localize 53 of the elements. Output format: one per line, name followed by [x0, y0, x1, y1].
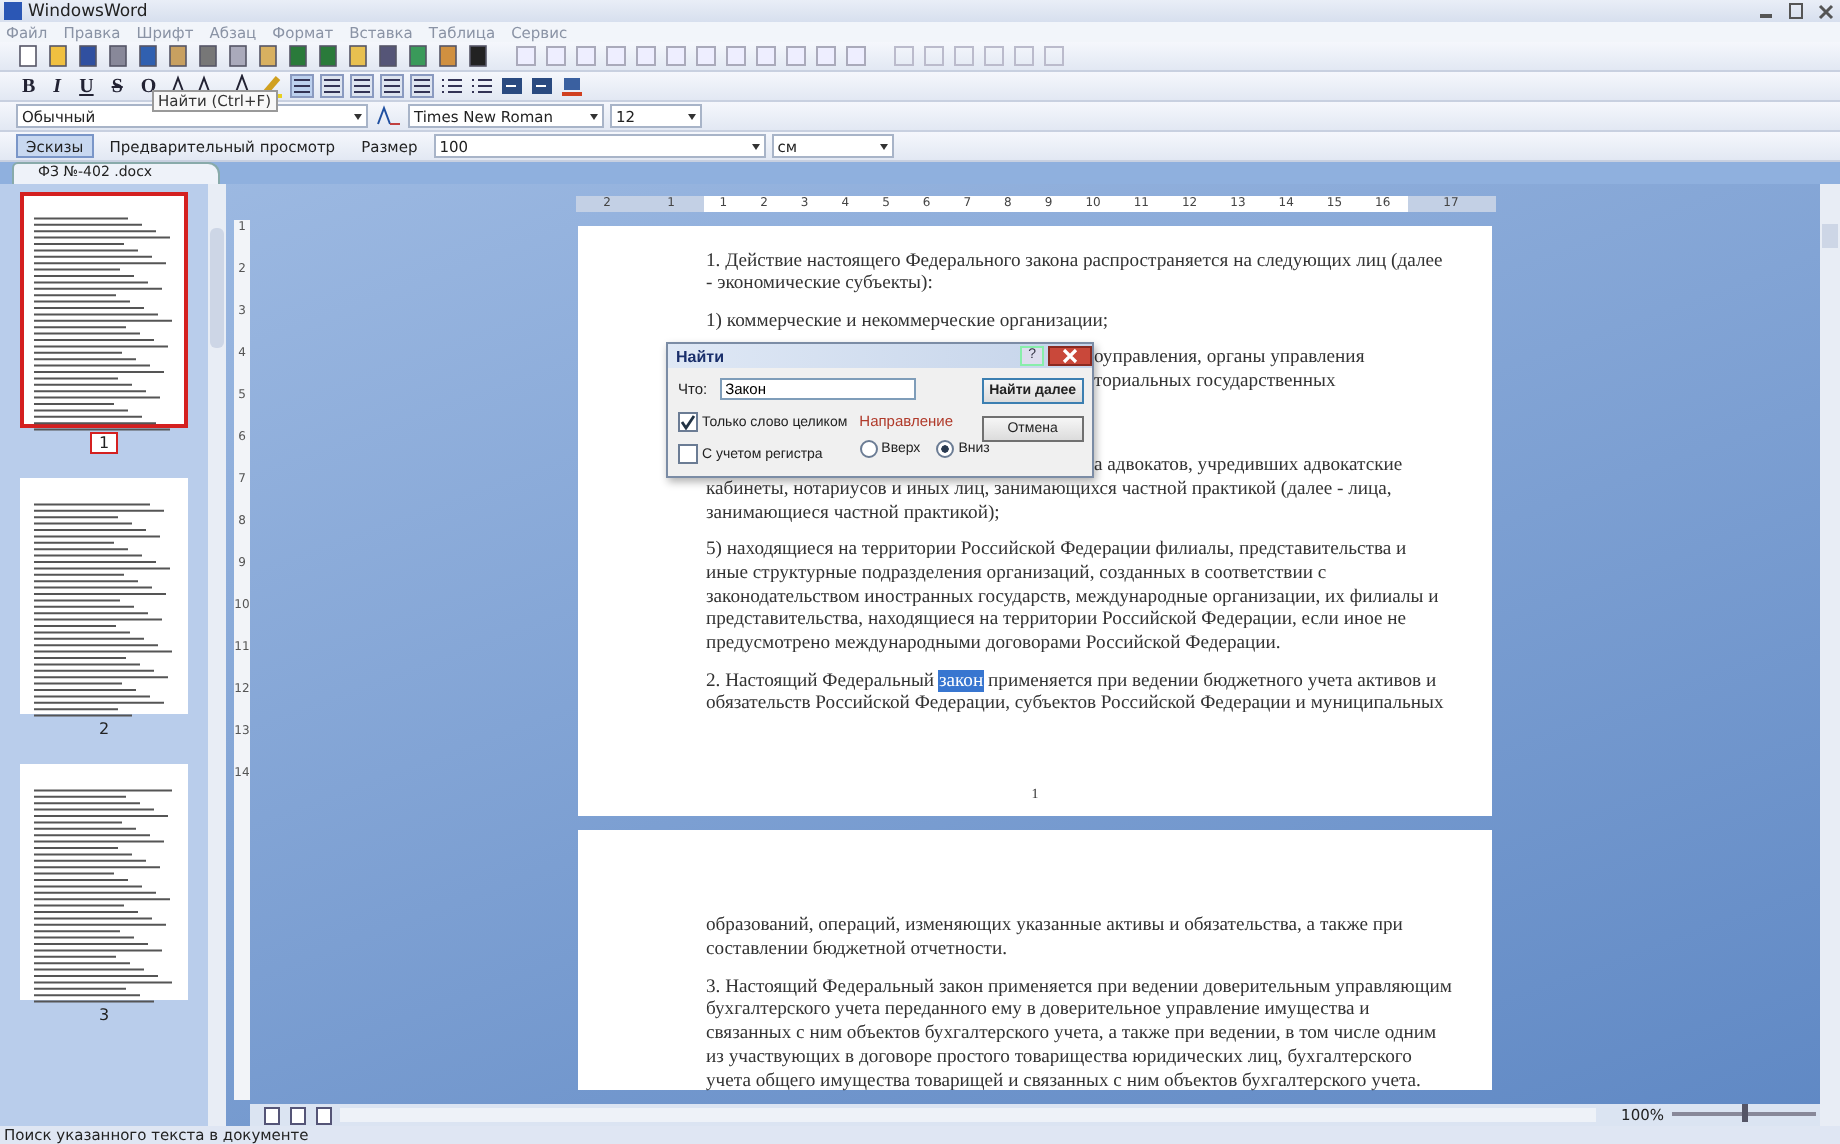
text-line: оуправления, органы управления — [1094, 346, 1365, 370]
font-icon[interactable] — [374, 104, 402, 128]
align-icon[interactable] — [380, 74, 405, 98]
format-button[interactable]: S — [105, 75, 129, 97]
text-line: связанных с ним объектов бухгалтерского учета, а также при ведении, в том числе одним — [706, 1022, 1437, 1046]
checkbox[interactable] — [678, 412, 698, 432]
text-line: из участвующих в договоре простого товарищества юридических лиц, бухгалтерского — [706, 1045, 1412, 1070]
align-icon[interactable] — [290, 74, 315, 98]
close-icon — [1062, 348, 1078, 364]
window-title: WindowsWord — [28, 1, 148, 21]
text-line: кабинеты, нотариусов и иных лиц, занимающихся частной практикой (далее - лица, — [706, 477, 1392, 502]
view-mode-icon[interactable] — [262, 1105, 282, 1126]
text-line: предусмотрено международными договорами Российской Федерации. — [706, 632, 1281, 657]
text-line: ториальных государственных — [1094, 369, 1336, 394]
view-mode-icon[interactable] — [314, 1105, 334, 1126]
checkbox[interactable] — [678, 444, 698, 464]
fill-color-icon[interactable] — [560, 74, 585, 98]
page-thumbnail[interactable] — [20, 478, 188, 714]
close-button[interactable] — [1048, 346, 1092, 366]
text-line: представительства, находящиеся на территории Российской Федерации, если иное не — [706, 608, 1407, 633]
align-icon[interactable] — [320, 74, 345, 98]
list-icon[interactable] — [470, 74, 495, 98]
format-button[interactable]: B — [16, 75, 42, 97]
radio-button[interactable] — [936, 440, 955, 458]
text-line: занимающиеся частной практикой); — [706, 501, 1000, 526]
app-logo-icon — [4, 2, 22, 20]
radio-button[interactable] — [859, 440, 878, 458]
format-button[interactable]: I — [47, 75, 68, 97]
text-line: 5) находящиеся на территории Российской Федерации филиалы, представительства и — [706, 538, 1407, 562]
text-line: 2. Настоящий Федеральный закон применяется при ведении бюджетного учета активов и — [706, 669, 1437, 693]
dialog-title: Найти — [676, 347, 724, 365]
page-thumbnail[interactable] — [20, 192, 188, 428]
text-line: бухгалтерского учета переданного ему в доверительное управление имущества и — [706, 998, 1370, 1023]
scrollbar[interactable] — [208, 184, 226, 1126]
text-line: обязательств Российской Федерации, субъектов Российской Федерации и муниципальных — [706, 692, 1444, 717]
format-button[interactable]: U — [73, 75, 100, 97]
align-icon[interactable] — [410, 74, 435, 98]
text-line: а адвокатов, учредивших адвокатские — [1094, 454, 1403, 478]
align-icon[interactable] — [350, 74, 375, 98]
text-line: образований, операций, изменяющих указанные активы и обязательства, а также при — [706, 914, 1403, 939]
text-line: иные структурные подразделения организаций, созданных в соответствии с — [706, 561, 1327, 586]
text-line: законодательством иностранных государств, международные организации, их филиалы и — [706, 585, 1439, 609]
list-icon[interactable] — [440, 74, 465, 98]
text-line: составлении бюджетной отчетности. — [706, 938, 1008, 963]
page-number-label: 1 — [90, 432, 118, 454]
text-line: - экономические субъекты): — [706, 272, 933, 297]
text-line: 1. Действие настоящего Федерального закона распространяется на следующих лиц (далее — [706, 249, 1443, 273]
view-mode-icon[interactable] — [288, 1105, 308, 1126]
page-thumbnail[interactable] — [20, 764, 188, 1000]
text-line: 1) коммерческие и некоммерческие организации; — [706, 309, 1109, 334]
scrollbar[interactable] — [1820, 184, 1840, 1126]
text-line: учета общего имущества товарищей и связанных с ним объектов бухгалтерского учета. — [706, 1069, 1421, 1094]
text-line: 3. Настоящий Федеральный закон применяется при ведении доверительным управляющим — [706, 975, 1452, 999]
